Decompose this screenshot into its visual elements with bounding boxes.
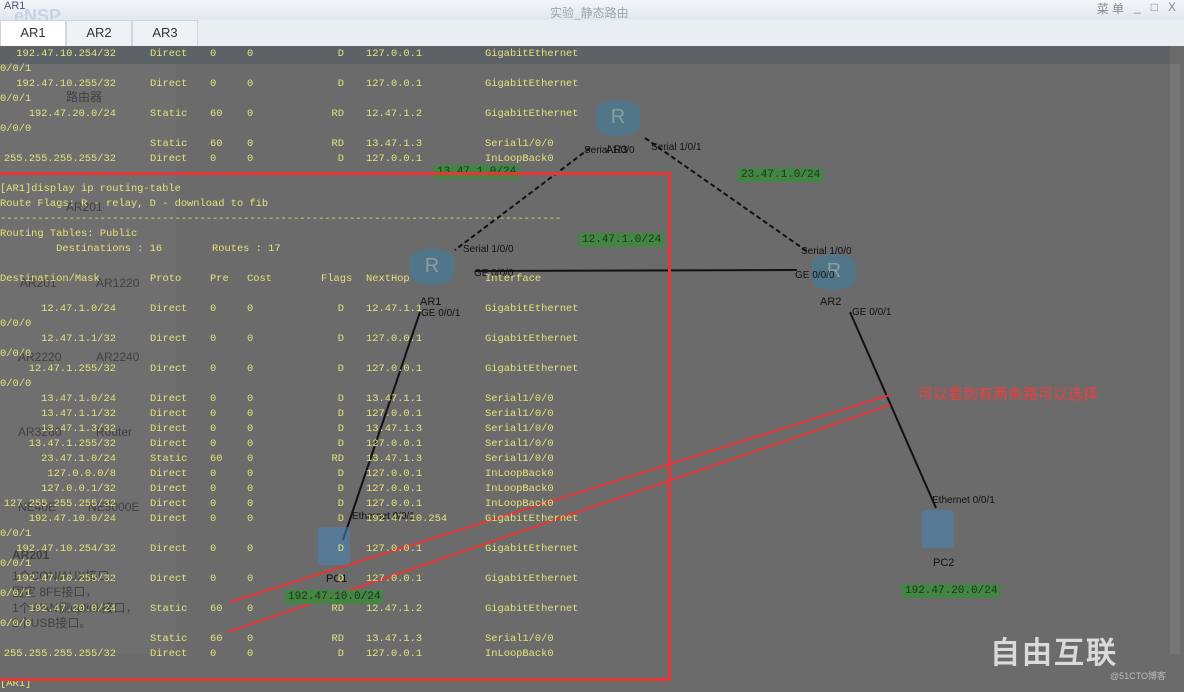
destination-cell: 255.255.255.255/32 — [3, 153, 116, 165]
interface-cell: GigabitEthernet — [485, 78, 579, 90]
route-row: 255.255.255.255/32 Direct 0 0 D 127.0.0.1 InLo… — [0, 152, 1100, 167]
pre-cell: 0 — [210, 48, 217, 60]
interface-cell: Serial1/0/0 — [485, 138, 554, 150]
annotation-highlight-box — [0, 172, 671, 681]
proto-cell: Static — [150, 138, 188, 150]
pre-cell: 0 — [210, 153, 217, 165]
cost-cell: 0 — [247, 78, 254, 90]
destination-cell: 192.47.20.0/24 — [28, 108, 116, 120]
route-row: 192.47.20.0/24 Static 60 0 RD 12.47.1.2 Gigabi… — [0, 107, 1100, 122]
nexthop-cell: 127.0.0.1 — [366, 48, 423, 60]
flags-cell: RD — [331, 108, 344, 120]
proto-cell: Static — [150, 108, 188, 120]
cost-cell: 0 — [247, 108, 254, 120]
terminal-line: 0/0/1 — [0, 93, 32, 105]
nexthop-cell: 13.47.1.3 — [366, 138, 423, 150]
interface-cell: InLoopBack0 — [485, 153, 554, 165]
nexthop-cell: 127.0.0.1 — [366, 153, 423, 165]
destination-cell: 192.47.10.254/32 — [16, 48, 116, 60]
terminal-line: 0/0/0 — [0, 123, 32, 135]
route-row: 192.47.10.255/32 Direct 0 0 D 127.0.0.1 Gigabi… — [0, 77, 1100, 92]
vertical-scrollbar[interactable] — [1170, 64, 1180, 654]
proto-cell: Direct — [150, 48, 188, 60]
pre-cell: 60 — [210, 108, 223, 120]
cost-cell: 0 — [247, 48, 254, 60]
destination-cell: 192.47.10.255/32 — [16, 78, 116, 90]
interface-cell: GigabitEthernet — [485, 48, 579, 60]
interface-cell: GigabitEthernet — [485, 108, 579, 120]
watermark-sub: @51CTO博客 — [1110, 671, 1166, 681]
nexthop-cell: 12.47.1.2 — [366, 108, 423, 120]
route-row: 192.47.10.254/32 Direct 0 0 D 127.0.0.1 Gigabi… — [0, 47, 1100, 62]
flags-cell: D — [337, 78, 344, 90]
proto-cell: Direct — [150, 153, 188, 165]
route-row: Static 60 0 RD 13.47.1.3 Serial1/0/0 — [0, 137, 1100, 152]
terminal-line: 0/0/1 — [0, 63, 32, 75]
flags-cell: D — [337, 153, 344, 165]
flags-cell: RD — [331, 138, 344, 150]
pre-cell: 0 — [210, 78, 217, 90]
flags-cell: D — [337, 48, 344, 60]
proto-cell: Direct — [150, 78, 188, 90]
nexthop-cell: 127.0.0.1 — [366, 78, 423, 90]
annotation-text: 可以看到有两条路可以选择 — [918, 386, 1099, 403]
cost-cell: 0 — [247, 153, 254, 165]
cost-cell: 0 — [247, 138, 254, 150]
watermark-logo: 自由互联 — [990, 637, 1118, 670]
pre-cell: 60 — [210, 138, 223, 150]
